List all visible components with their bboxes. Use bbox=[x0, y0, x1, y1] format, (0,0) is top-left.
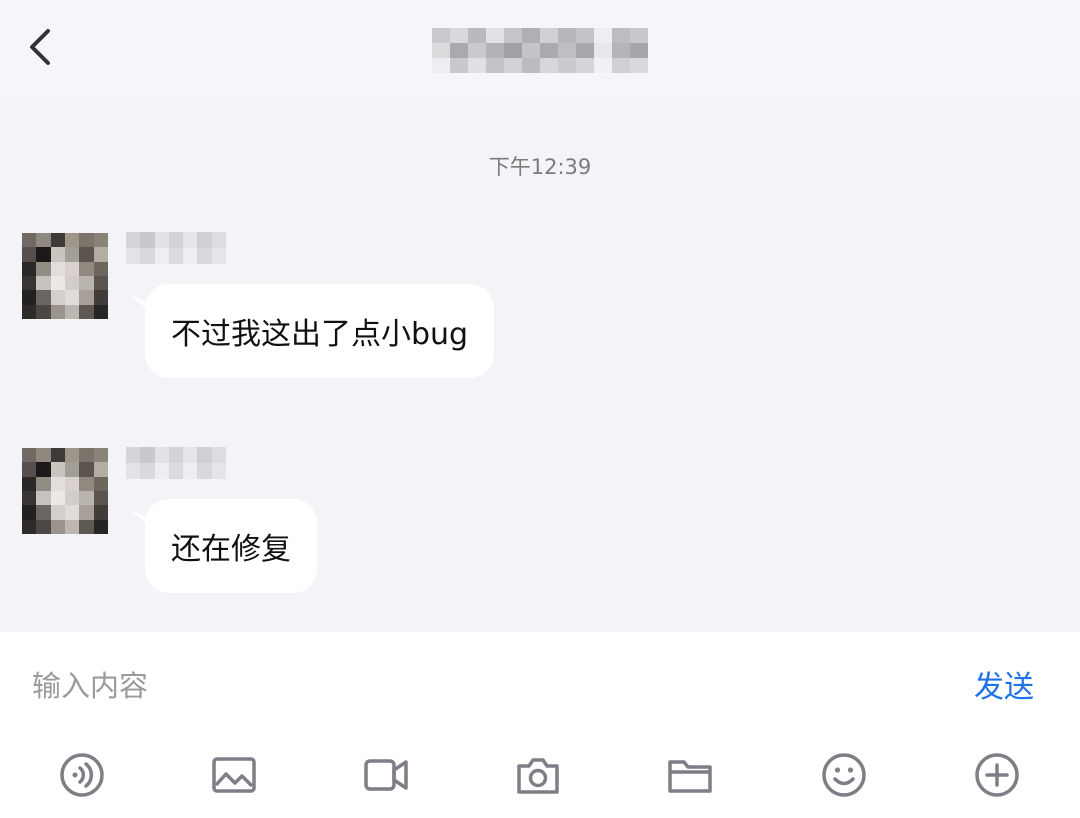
image-icon bbox=[212, 757, 256, 793]
send-button[interactable]: 发送 bbox=[974, 662, 1034, 706]
avatar[interactable] bbox=[22, 448, 108, 534]
avatar[interactable] bbox=[22, 233, 108, 319]
message-bubble[interactable]: 还在修复 bbox=[145, 499, 317, 593]
message-list[interactable]: 下午12:39 不过我这出了点小bug 还在修复 bbox=[0, 94, 1080, 632]
file-button[interactable] bbox=[667, 752, 713, 798]
voice-button[interactable] bbox=[59, 752, 105, 798]
message-timestamp: 下午12:39 bbox=[488, 155, 592, 179]
chat-title-redacted bbox=[432, 28, 648, 74]
voice-icon bbox=[60, 753, 104, 797]
message-input[interactable] bbox=[30, 662, 914, 710]
sender-name-redacted bbox=[126, 447, 226, 479]
video-icon bbox=[364, 759, 408, 791]
video-button[interactable] bbox=[363, 752, 409, 798]
image-button[interactable] bbox=[211, 752, 257, 798]
emoji-icon bbox=[822, 753, 866, 797]
chat-header bbox=[0, 0, 1080, 94]
chevron-left-icon bbox=[30, 29, 50, 65]
camera-button[interactable] bbox=[515, 752, 561, 798]
emoji-button[interactable] bbox=[821, 752, 867, 798]
back-button[interactable] bbox=[18, 24, 62, 70]
more-button[interactable] bbox=[974, 752, 1020, 798]
camera-icon bbox=[517, 758, 559, 794]
message-bubble[interactable]: 不过我这出了点小bug bbox=[145, 284, 495, 378]
plus-icon bbox=[975, 753, 1019, 797]
composer: 发送 bbox=[0, 632, 1080, 818]
folder-icon bbox=[668, 760, 712, 793]
sender-name-redacted bbox=[126, 232, 226, 264]
